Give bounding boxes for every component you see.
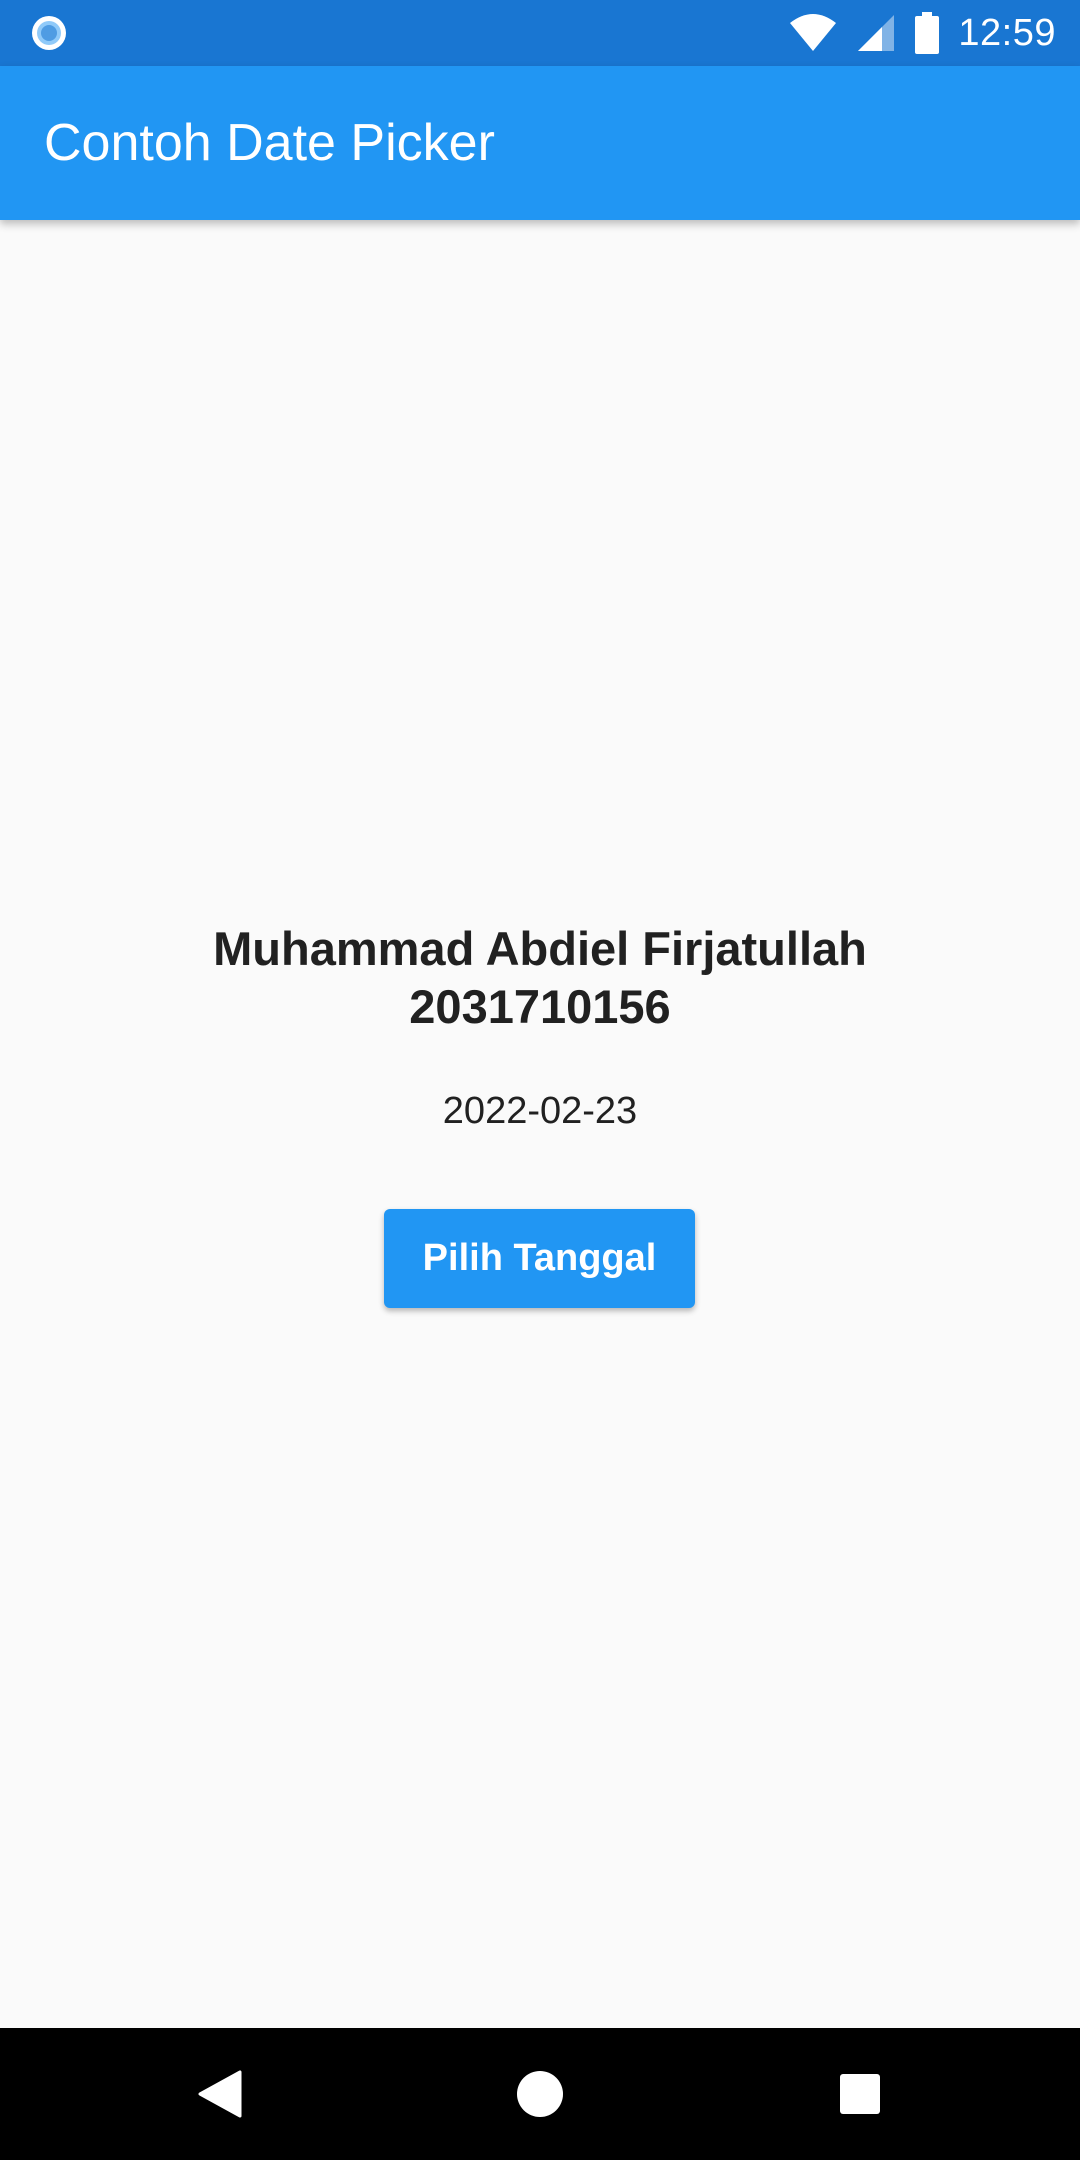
student-name: Muhammad Abdiel Firjatullah [213, 922, 867, 975]
status-bar: 12:59 [0, 0, 1080, 66]
student-id: 2031710156 [409, 980, 671, 1033]
wifi-icon [790, 14, 837, 51]
back-button[interactable] [160, 2028, 280, 2160]
recents-button[interactable] [800, 2028, 920, 2160]
radio-button-icon [32, 16, 66, 50]
student-name-block: Muhammad Abdiel Firjatullah 2031710156 [0, 920, 1080, 1036]
selected-date: 2022-02-23 [442, 1090, 638, 1132]
battery-icon [915, 12, 940, 54]
screen: 12:59 Contoh Date Picker Muhammad Abdiel… [0, 0, 1080, 2160]
back-icon [198, 2070, 242, 2118]
home-button[interactable] [480, 2028, 600, 2160]
status-icons: 12:59 [788, 0, 1056, 66]
status-time: 12:59 [958, 11, 1056, 54]
page-title: Contoh Date Picker [44, 114, 495, 172]
app-bar: Contoh Date Picker [0, 66, 1080, 220]
signal-icon [858, 15, 895, 51]
pick-date-button[interactable]: Pilih Tanggal [384, 1209, 695, 1308]
main-content: Muhammad Abdiel Firjatullah 2031710156 2… [0, 220, 1080, 2028]
recents-icon [840, 2074, 880, 2114]
home-icon [517, 2071, 563, 2117]
navigation-bar [0, 2028, 1080, 2160]
